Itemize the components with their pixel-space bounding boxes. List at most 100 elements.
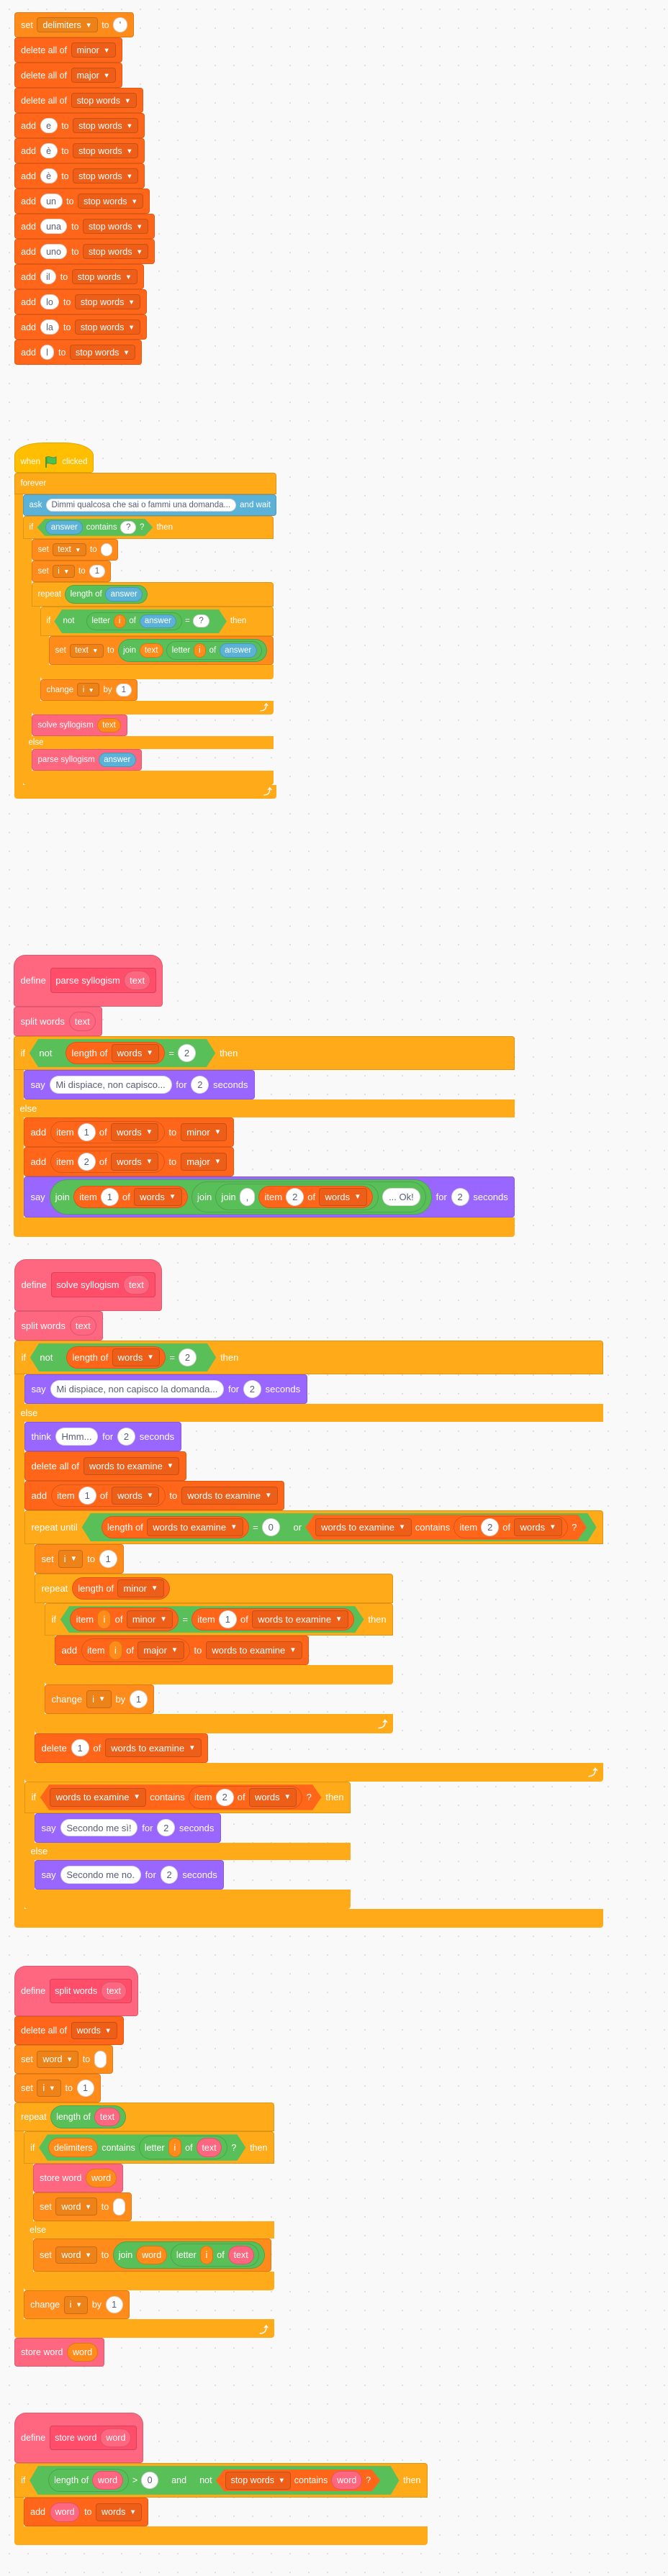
- and-boolean[interactable]: length of word >0 and not stop words ▼ contains…: [30, 2466, 400, 2495]
- set-block[interactable]: set i ▼ to 1: [35, 1544, 125, 1574]
- repeat-block[interactable]: repeat length of text if delimiters contains l…: [14, 2103, 274, 2339]
- text-input[interactable]: Dimmi qualcosa che sai o fammi una doman…: [45, 499, 236, 512]
- item-reporter[interactable]: item 1 of words to examine ▼: [191, 1608, 354, 1631]
- dropdown-words[interactable]: words ▼: [111, 1486, 160, 1505]
- dropdown-word[interactable]: word ▼: [55, 2246, 98, 2264]
- answer-reporter[interactable]: answer: [105, 586, 143, 602]
- dropdown-major[interactable]: major ▼: [181, 1152, 227, 1171]
- repeat-block[interactable]: repeat length of minor ▼ if item i of minor ▼ = ite…: [35, 1574, 394, 1733]
- word-reporter[interactable]: word: [92, 2471, 123, 2490]
- delete-block[interactable]: delete 1 of words to examine ▼: [35, 1733, 209, 1763]
- split-words-block[interactable]: split words text: [14, 1006, 103, 1036]
- add-block[interactable]: add item 1 of words ▼ to minor ▼: [24, 1117, 234, 1147]
- text-input[interactable]: è: [40, 168, 58, 183]
- item-reporter[interactable]: item i of major ▼: [81, 1638, 190, 1663]
- if-block[interactable]: if not length of words ▼ = 2 then say Mi dispiace…: [14, 1035, 515, 1237]
- add-block[interactable]: add item 1 of words ▼ to words to examine ▼: [24, 1480, 285, 1510]
- dropdown-delimiters[interactable]: delimiters ▼: [37, 17, 98, 33]
- delete-all-of-block[interactable]: delete all of minor ▼: [14, 37, 122, 63]
- dropdown-word[interactable]: word ▼: [37, 2050, 79, 2069]
- set-block[interactable]: set word ▼ to: [33, 2192, 132, 2221]
- text-input[interactable]: ': [113, 17, 127, 32]
- word-reporter[interactable]: word: [100, 2428, 132, 2448]
- add-block[interactable]: add e to stop words ▼: [14, 113, 145, 138]
- dropdown-stop-words[interactable]: stop words ▼: [83, 243, 149, 260]
- dropdown-stop-words[interactable]: stop words ▼: [71, 92, 137, 109]
- letter-reporter[interactable]: letter i of text: [139, 2136, 227, 2159]
- text-input[interactable]: e: [40, 118, 58, 133]
- delete-all-of-block[interactable]: delete all of major ▼: [14, 63, 122, 88]
- length-of-reporter[interactable]: length of words ▼: [66, 1042, 165, 1064]
- set-block[interactable]: set word ▼ to: [14, 2045, 113, 2074]
- text-input[interactable]: lo: [40, 294, 60, 309]
- text-reporter[interactable]: text: [122, 1275, 150, 1295]
- letter-reporter[interactable]: letter i of answer: [166, 641, 262, 661]
- letter-reporter[interactable]: letter i of text: [171, 2243, 260, 2267]
- if-block[interactable]: if not letter i of answer =? then set text ▼ to join…: [40, 606, 274, 679]
- add-block[interactable]: add l to stop words ▼: [14, 340, 143, 365]
- i-reporter[interactable]: i: [199, 2245, 214, 2265]
- dropdown-stop-words[interactable]: stop words ▼: [78, 193, 144, 209]
- word-reporter[interactable]: word: [86, 2168, 117, 2187]
- parse-syllogism-block[interactable]: parse syllogism answer: [32, 749, 143, 771]
- number-input[interactable]: 2: [77, 1152, 96, 1171]
- dropdown-stop-words[interactable]: stop words ▼: [75, 294, 141, 310]
- contains-boolean[interactable]: words to examine ▼ contains item 2 of words ▼?: [305, 1515, 587, 1540]
- say-block[interactable]: say Mi dispiace, non capisco... for 2 second…: [24, 1070, 255, 1100]
- text-reporter[interactable]: text: [101, 1981, 127, 2001]
- repeat-block-header[interactable]: repeat length of answer: [32, 581, 274, 607]
- text-reporter[interactable]: text: [197, 2138, 222, 2157]
- if-block[interactable]: if length of word >0 and not stop words ▼ contai…: [14, 2463, 428, 2546]
- dropdown-words[interactable]: words ▼: [134, 1187, 182, 1207]
- join-reporter[interactable]: join text letter i of answer: [117, 639, 268, 663]
- text-reporter[interactable]: text: [94, 2108, 120, 2127]
- solve-syllogism-block[interactable]: solve syllogism text: [32, 715, 127, 737]
- repeat-block[interactable]: repeat length of answer if not letter i of answe…: [32, 581, 274, 715]
- join-reporter[interactable]: join word letter i of text: [112, 2241, 266, 2269]
- repeat-until-block[interactable]: repeat until length of words to examine ▼ = 0…: [24, 1510, 604, 1782]
- number-input[interactable]: 2: [157, 1818, 176, 1837]
- if-block-header[interactable]: if words to examine ▼ contains item 2 of words ▼…: [24, 1782, 351, 1813]
- set-block[interactable]: set i ▼ to 1: [32, 560, 112, 582]
- text-input[interactable]: uno: [40, 244, 68, 259]
- store-word-block[interactable]: store word word: [14, 2338, 105, 2367]
- length-of-reporter[interactable]: length of minor ▼: [72, 1577, 170, 1600]
- number-input[interactable]: 0: [262, 1518, 280, 1536]
- dropdown-stop-words[interactable]: stop words ▼: [73, 168, 139, 184]
- add-block[interactable]: add item i of major ▼ to words to examine ▼: [55, 1636, 310, 1666]
- delete-all-of-block[interactable]: delete all of words ▼: [14, 2016, 124, 2045]
- contains-boolean[interactable]: delimiters contains letter i of text?: [39, 2134, 245, 2160]
- dropdown-stop-words[interactable]: stop words ▼: [70, 344, 136, 360]
- set-block[interactable]: set text ▼ to join text letter i of answer: [49, 636, 274, 666]
- if-block-header[interactable]: if not letter i of answer =? then: [40, 606, 274, 637]
- repeat-until-block-header[interactable]: repeat until length of words to examine ▼ = 0…: [24, 1510, 604, 1545]
- or-boolean[interactable]: length of words to examine ▼ = 0 or words to e…: [82, 1513, 597, 1541]
- think-block[interactable]: think Hmm... for 2 seconds: [24, 1421, 181, 1451]
- dropdown-text[interactable]: text ▼: [52, 543, 86, 557]
- contains-boolean[interactable]: stop words ▼ contains word?: [216, 2470, 381, 2491]
- dropdown-words[interactable]: words ▼: [71, 2021, 117, 2040]
- text-input[interactable]: [100, 543, 112, 556]
- number-input[interactable]: 1: [78, 1486, 96, 1505]
- item-reporter[interactable]: item 2 of words ▼: [189, 1786, 303, 1808]
- ask-block[interactable]: ask Dimmi qualcosa che sai o fammi una do…: [23, 494, 277, 516]
- dropdown-words[interactable]: words ▼: [514, 1518, 561, 1536]
- say-block[interactable]: say Secondo me no. for 2 seconds: [35, 1860, 225, 1890]
- i-reporter[interactable]: i: [114, 614, 126, 629]
- number-input[interactable]: 2: [481, 1518, 499, 1536]
- dropdown-word[interactable]: word ▼: [55, 2198, 98, 2216]
- define-block[interactable]: define solve syllogism text: [14, 1259, 162, 1311]
- dropdown-minor[interactable]: minor ▼: [127, 1610, 173, 1628]
- procedure-prototype[interactable]: split words text: [49, 1978, 132, 2004]
- change-block[interactable]: change i ▼ by 1: [40, 679, 138, 701]
- script-5[interactable]: define split words text delete all of words ▼…: [14, 1966, 274, 2367]
- dropdown-words-to-examine[interactable]: words to examine ▼: [105, 1738, 202, 1757]
- script-3[interactable]: define parse syllogism text split words text…: [14, 955, 515, 1237]
- text-input[interactable]: [112, 2198, 125, 2216]
- dropdown-i[interactable]: i ▼: [58, 1549, 84, 1569]
- delete-all-of-block[interactable]: delete all of words to examine ▼: [24, 1451, 186, 1481]
- define-block[interactable]: define parse syllogism text: [14, 955, 163, 1007]
- join-reporter[interactable]: join item 1 of words ▼ join join, item 2 of words ▼.…: [49, 1179, 432, 1215]
- change-block[interactable]: change i ▼ by 1: [24, 2290, 130, 2320]
- length-of-reporter[interactable]: length of text: [50, 2105, 126, 2129]
